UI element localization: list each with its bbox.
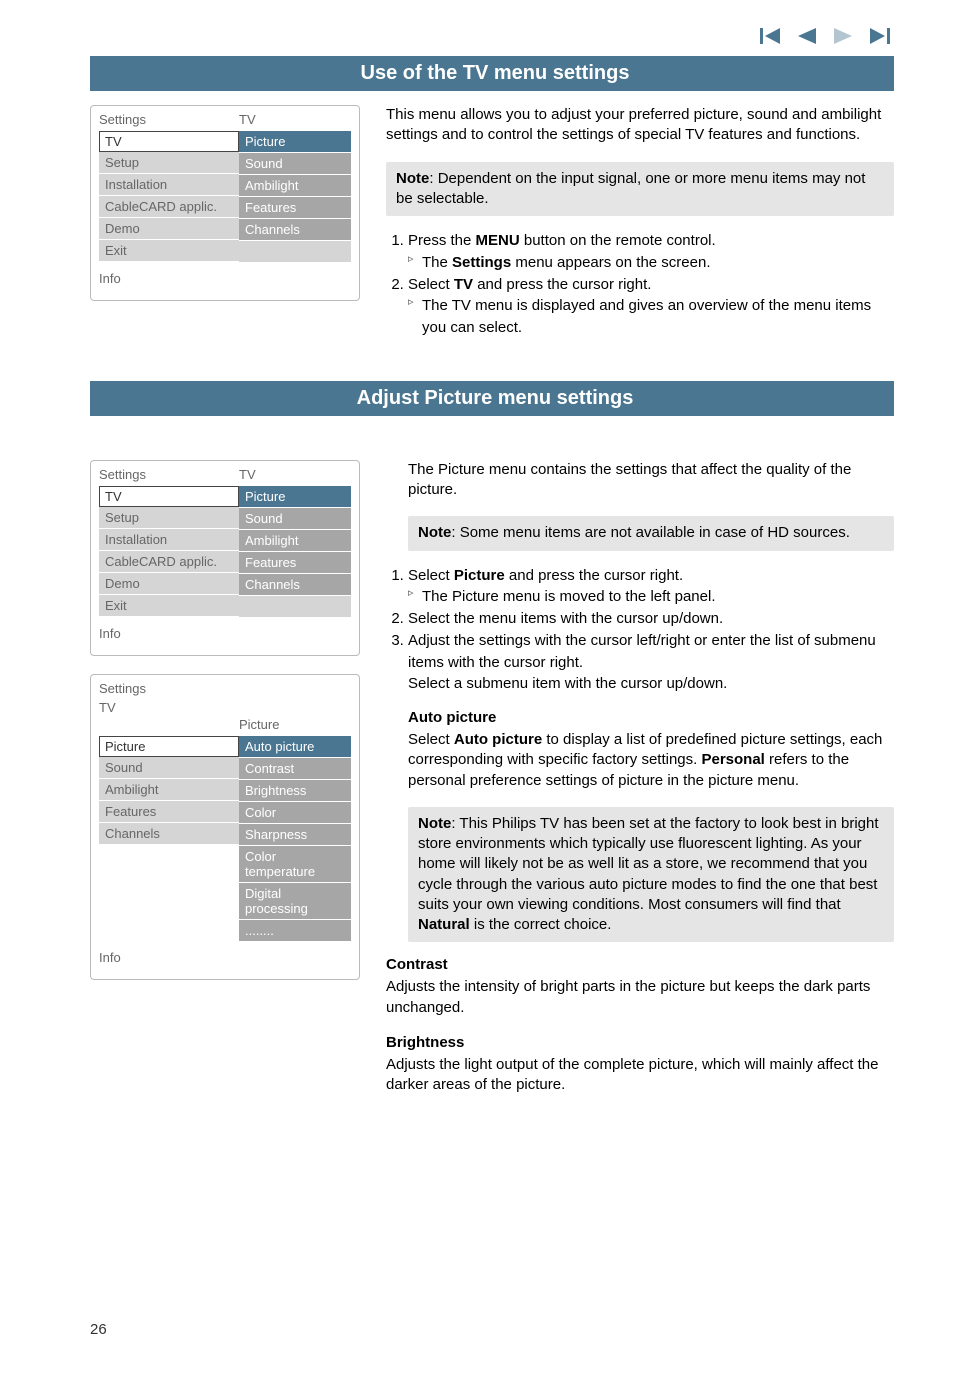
prev-icon[interactable] bbox=[798, 28, 816, 44]
menu-sub-channels: Channels bbox=[239, 219, 351, 241]
auto-picture-heading: Auto picture bbox=[408, 709, 894, 726]
section2-intro: The Picture menu contains the settings t… bbox=[408, 460, 894, 501]
section1-step2-sub: The TV menu is displayed and gives an ov… bbox=[408, 295, 894, 339]
section1-note: Note: Dependent on the input signal, one… bbox=[386, 162, 894, 217]
menu3-sub-digital: Digital processing bbox=[239, 883, 351, 920]
note-text: Dependent on the input signal, one or mo… bbox=[396, 170, 865, 207]
menu3-item-ambilight: Ambilight bbox=[99, 779, 239, 801]
menu-item-demo: Demo bbox=[99, 218, 239, 240]
note-label: Note bbox=[396, 170, 429, 187]
menu3-sub-colortemp: Color temperature bbox=[239, 846, 351, 883]
auto-picture-para: Select Auto picture to display a list of… bbox=[408, 730, 894, 791]
menu3-right-header: Picture bbox=[239, 717, 279, 732]
section2-step1: Select Picture and press the cursor righ… bbox=[408, 565, 894, 609]
section-title-adjust-picture: Adjust Picture menu settings bbox=[90, 381, 894, 416]
menu3-sub-color: Color bbox=[239, 802, 351, 824]
contrast-heading: Contrast bbox=[386, 956, 894, 973]
menu3-sub-sharpness: Sharpness bbox=[239, 824, 351, 846]
menu-right-header: TV bbox=[239, 112, 256, 127]
menu-left-header: Settings bbox=[99, 112, 239, 127]
menu2-sub-ambilight: Ambilight bbox=[239, 530, 351, 552]
menu-item-cablecard: CableCARD applic. bbox=[99, 196, 239, 218]
menu-blank bbox=[239, 596, 351, 618]
section1-step1-sub: The Settings menu appears on the screen. bbox=[408, 252, 894, 274]
menu-blank bbox=[239, 241, 351, 263]
section2-step1-sub: The Picture menu is moved to the left pa… bbox=[408, 586, 894, 608]
menu-sub-picture: Picture bbox=[239, 131, 351, 153]
section1-steps: Press the MENU button on the remote cont… bbox=[386, 230, 894, 339]
menu3-sub-contrast: Contrast bbox=[239, 758, 351, 780]
brightness-para: Adjusts the light output of the complete… bbox=[386, 1055, 894, 1096]
menu-item-exit: Exit bbox=[99, 240, 239, 262]
last-icon[interactable] bbox=[870, 28, 890, 44]
menu2-item-tv: TV bbox=[99, 486, 239, 507]
menu3-item-features: Features bbox=[99, 801, 239, 823]
section2-note: Note: Some menu items are not available … bbox=[408, 516, 894, 550]
section1-intro: This menu allows you to adjust your pref… bbox=[386, 105, 894, 146]
menu2-info: Info bbox=[91, 618, 359, 643]
menu3-left-header: Settings bbox=[99, 681, 239, 696]
brightness-heading: Brightness bbox=[386, 1034, 894, 1051]
menu2-sub-sound: Sound bbox=[239, 508, 351, 530]
menu3-item-sound: Sound bbox=[99, 757, 239, 779]
settings-menu-box-1: Settings TV TV Setup Installation CableC… bbox=[90, 105, 360, 301]
section2-steps: Select Picture and press the cursor righ… bbox=[386, 565, 894, 696]
section1-step2: Select TV and press the cursor right. Th… bbox=[408, 274, 894, 339]
menu2-item-setup: Setup bbox=[99, 507, 239, 529]
first-icon[interactable] bbox=[760, 28, 780, 44]
menu3-sub-more: ........ bbox=[239, 920, 351, 942]
settings-menu-box-2: Settings TV TV Setup Installation CableC… bbox=[90, 460, 360, 656]
menu2-item-demo: Demo bbox=[99, 573, 239, 595]
menu2-sub-channels: Channels bbox=[239, 574, 351, 596]
section1-step1: Press the MENU button on the remote cont… bbox=[408, 230, 894, 274]
menu2-sub-features: Features bbox=[239, 552, 351, 574]
menu3-sub-brightness: Brightness bbox=[239, 780, 351, 802]
menu2-item-exit: Exit bbox=[99, 595, 239, 617]
menu-info: Info bbox=[91, 263, 359, 288]
menu-sub-ambilight: Ambilight bbox=[239, 175, 351, 197]
nav-controls bbox=[90, 28, 894, 44]
settings-menu-box-3: Settings TV Picture Picture Sound Ambili… bbox=[90, 674, 360, 980]
menu2-left-header: Settings bbox=[99, 467, 239, 482]
menu3-item-channels: Channels bbox=[99, 823, 239, 845]
menu3-info: Info bbox=[91, 942, 359, 967]
menu3-sub-auto: Auto picture bbox=[239, 736, 351, 758]
page-number: 26 bbox=[90, 1321, 107, 1338]
section2-step3: Adjust the settings with the cursor left… bbox=[408, 630, 894, 695]
menu-sub-sound: Sound bbox=[239, 153, 351, 175]
menu3-item-picture: Picture bbox=[99, 736, 239, 757]
menu2-item-installation: Installation bbox=[99, 529, 239, 551]
section2-step2: Select the menu items with the cursor up… bbox=[408, 608, 894, 630]
menu2-sub-picture: Picture bbox=[239, 486, 351, 508]
menu2-right-header: TV bbox=[239, 467, 256, 482]
play-icon[interactable] bbox=[834, 28, 852, 44]
section-title-use-tv-menu: Use of the TV menu settings bbox=[90, 56, 894, 91]
menu-item-installation: Installation bbox=[99, 174, 239, 196]
menu2-item-cablecard: CableCARD applic. bbox=[99, 551, 239, 573]
menu-sub-features: Features bbox=[239, 197, 351, 219]
menu3-sel: TV bbox=[91, 700, 359, 717]
menu-item-setup: Setup bbox=[99, 152, 239, 174]
auto-picture-note: Note: This Philips TV has been set at th… bbox=[408, 807, 894, 943]
contrast-para: Adjusts the intensity of bright parts in… bbox=[386, 977, 894, 1018]
menu-item-tv: TV bbox=[99, 131, 239, 152]
